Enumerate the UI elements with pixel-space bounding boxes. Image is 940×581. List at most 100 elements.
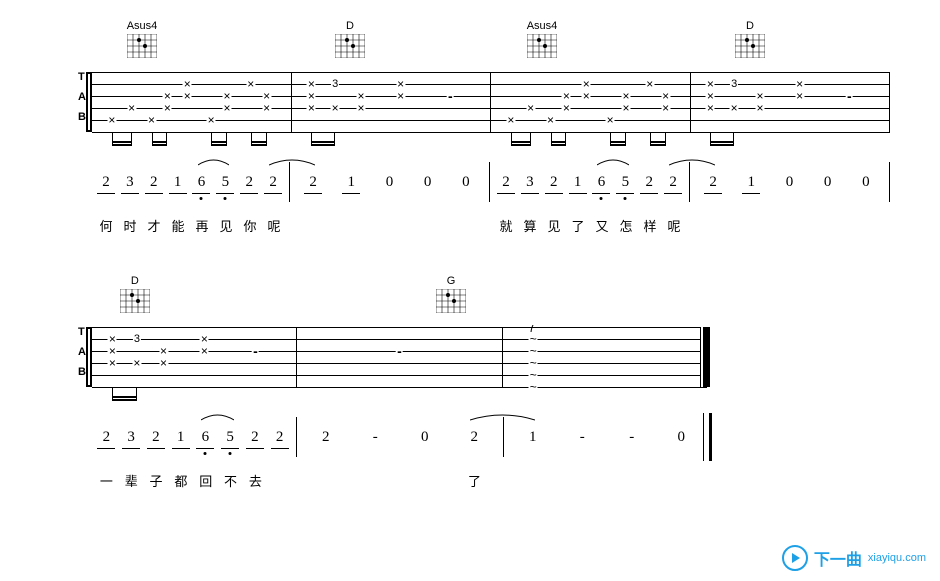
- tab-mark: ×: [582, 89, 591, 103]
- jianpu-note: 6: [197, 429, 213, 446]
- tab-mark: ×: [621, 89, 630, 103]
- tab-clef: TAB: [78, 327, 90, 387]
- jianpu-measure: 23216522: [490, 162, 690, 202]
- jianpu-note: 0: [673, 429, 689, 446]
- jianpu-note: 1: [170, 174, 186, 191]
- tab-mark: ×: [222, 101, 231, 115]
- chord-name: D: [115, 275, 155, 287]
- chord-diagram: G: [431, 275, 471, 313]
- tab-measure: ××××3××××-: [292, 72, 492, 132]
- jianpu-note: 2: [546, 174, 562, 191]
- tab-mark: ×: [331, 101, 340, 115]
- lyric-char: 去: [247, 471, 263, 490]
- tab-mark: ×: [262, 101, 271, 115]
- lyric-char: 能: [170, 216, 186, 235]
- tab-mark: ×: [159, 356, 168, 370]
- jianpu-measure: 2-02: [297, 417, 504, 457]
- jianpu-note: 2: [705, 174, 721, 191]
- tab-mark: ×: [246, 77, 255, 91]
- jianpu-note: -: [367, 429, 383, 446]
- chord-diagram: Asus4: [122, 20, 162, 58]
- tab-mark: ×: [645, 77, 654, 91]
- tab-mark: ×: [107, 113, 116, 127]
- jianpu-note: 5: [617, 174, 633, 191]
- tab-mark: ×: [506, 113, 515, 127]
- jianpu-note: 6: [593, 174, 609, 191]
- jianpu-note: 2: [148, 429, 164, 446]
- lyric-char: 才: [146, 216, 162, 235]
- tab-mark: ×: [222, 89, 231, 103]
- jianpu-note: -: [574, 429, 590, 446]
- lyric-char: 见: [546, 216, 562, 235]
- tab-measure: -: [297, 327, 502, 387]
- lyric-char: 怎: [618, 216, 634, 235]
- tab-mark: 3: [331, 78, 339, 90]
- jianpu-note: 1: [570, 174, 586, 191]
- tab-mark: ×: [661, 101, 670, 115]
- tab-mark: ×: [108, 344, 117, 358]
- jianpu-measure: 1--0: [504, 417, 710, 457]
- tab-mark: ×: [163, 89, 172, 103]
- lyric-char: 不: [223, 471, 239, 490]
- jianpu-note: 0: [381, 174, 397, 191]
- watermark-cn: 下一曲: [814, 546, 862, 570]
- watermark-en: xiayiqu.com: [868, 552, 926, 564]
- chord-name: G: [431, 275, 471, 287]
- chord-name: Asus4: [522, 20, 562, 32]
- tab-mark: ×: [356, 101, 365, 115]
- lyric-char: 再: [194, 216, 210, 235]
- music-sheet: Asus4DAsus4DTAB×××××××××××××××××3××××-××…: [90, 20, 890, 530]
- tab-mark: ×: [706, 89, 715, 103]
- lyric-char: 都: [173, 471, 189, 490]
- tab-mark: ×: [207, 113, 216, 127]
- jianpu-note: 2: [641, 174, 657, 191]
- jianpu-note: 2: [466, 429, 482, 446]
- tab-mark: ×: [108, 332, 117, 346]
- tab-mark: -: [846, 88, 853, 104]
- lyric-char: 辈: [123, 471, 139, 490]
- tab-mark: ~: [529, 380, 538, 394]
- jianpu-note: 6: [193, 174, 209, 191]
- jianpu-note: 2: [247, 429, 263, 446]
- jianpu-note: 1: [743, 174, 759, 191]
- jianpu-note: 0: [417, 429, 433, 446]
- play-icon: [782, 545, 808, 571]
- jianpu-note: 1: [525, 429, 541, 446]
- jianpu-note: 3: [123, 429, 139, 446]
- tab-mark: ×: [396, 89, 405, 103]
- tab-mark: -: [447, 88, 454, 104]
- lyric-char: 一: [98, 471, 114, 490]
- lyric-char: 了: [570, 216, 586, 235]
- lyric-char: 算: [522, 216, 538, 235]
- tab-mark: ×: [621, 101, 630, 115]
- jianpu-note: 2: [265, 174, 281, 191]
- lyric-char: 见: [218, 216, 234, 235]
- tab-mark: ×: [562, 101, 571, 115]
- jianpu-note: 5: [222, 429, 238, 446]
- tab-mark: 3: [133, 333, 141, 345]
- chord-name: Asus4: [122, 20, 162, 32]
- jianpu-note: 0: [458, 174, 474, 191]
- lyric-char: 呢: [666, 216, 682, 235]
- jianpu-note: 2: [98, 174, 114, 191]
- chord-row: Asus4DAsus4D: [90, 20, 890, 70]
- lyric-row: 何时才能再见你呢 就算见了又怎样呢: [90, 216, 890, 235]
- lyric-char: 你: [242, 216, 258, 235]
- lyric-char: 样: [642, 216, 658, 235]
- tab-mark: ×: [562, 89, 571, 103]
- jianpu-note: 0: [820, 174, 836, 191]
- jianpu-row: 232165222-021--0: [90, 417, 710, 457]
- tab-mark: ×: [546, 113, 555, 127]
- jianpu-note: 0: [781, 174, 797, 191]
- lyric-char: 何: [98, 216, 114, 235]
- jianpu-measure: 23216522: [90, 417, 297, 457]
- chord-name: D: [730, 20, 770, 32]
- jianpu-note: 2: [241, 174, 257, 191]
- jianpu-note: 5: [217, 174, 233, 191]
- watermark: 下一曲 xiayiqu.com: [782, 545, 926, 571]
- tab-mark: ×: [147, 113, 156, 127]
- tab-measure: ×××××××××××××: [92, 72, 292, 132]
- tab-mark: 3: [730, 78, 738, 90]
- tab-mark: ×: [307, 89, 316, 103]
- tab-mark: ×: [706, 101, 715, 115]
